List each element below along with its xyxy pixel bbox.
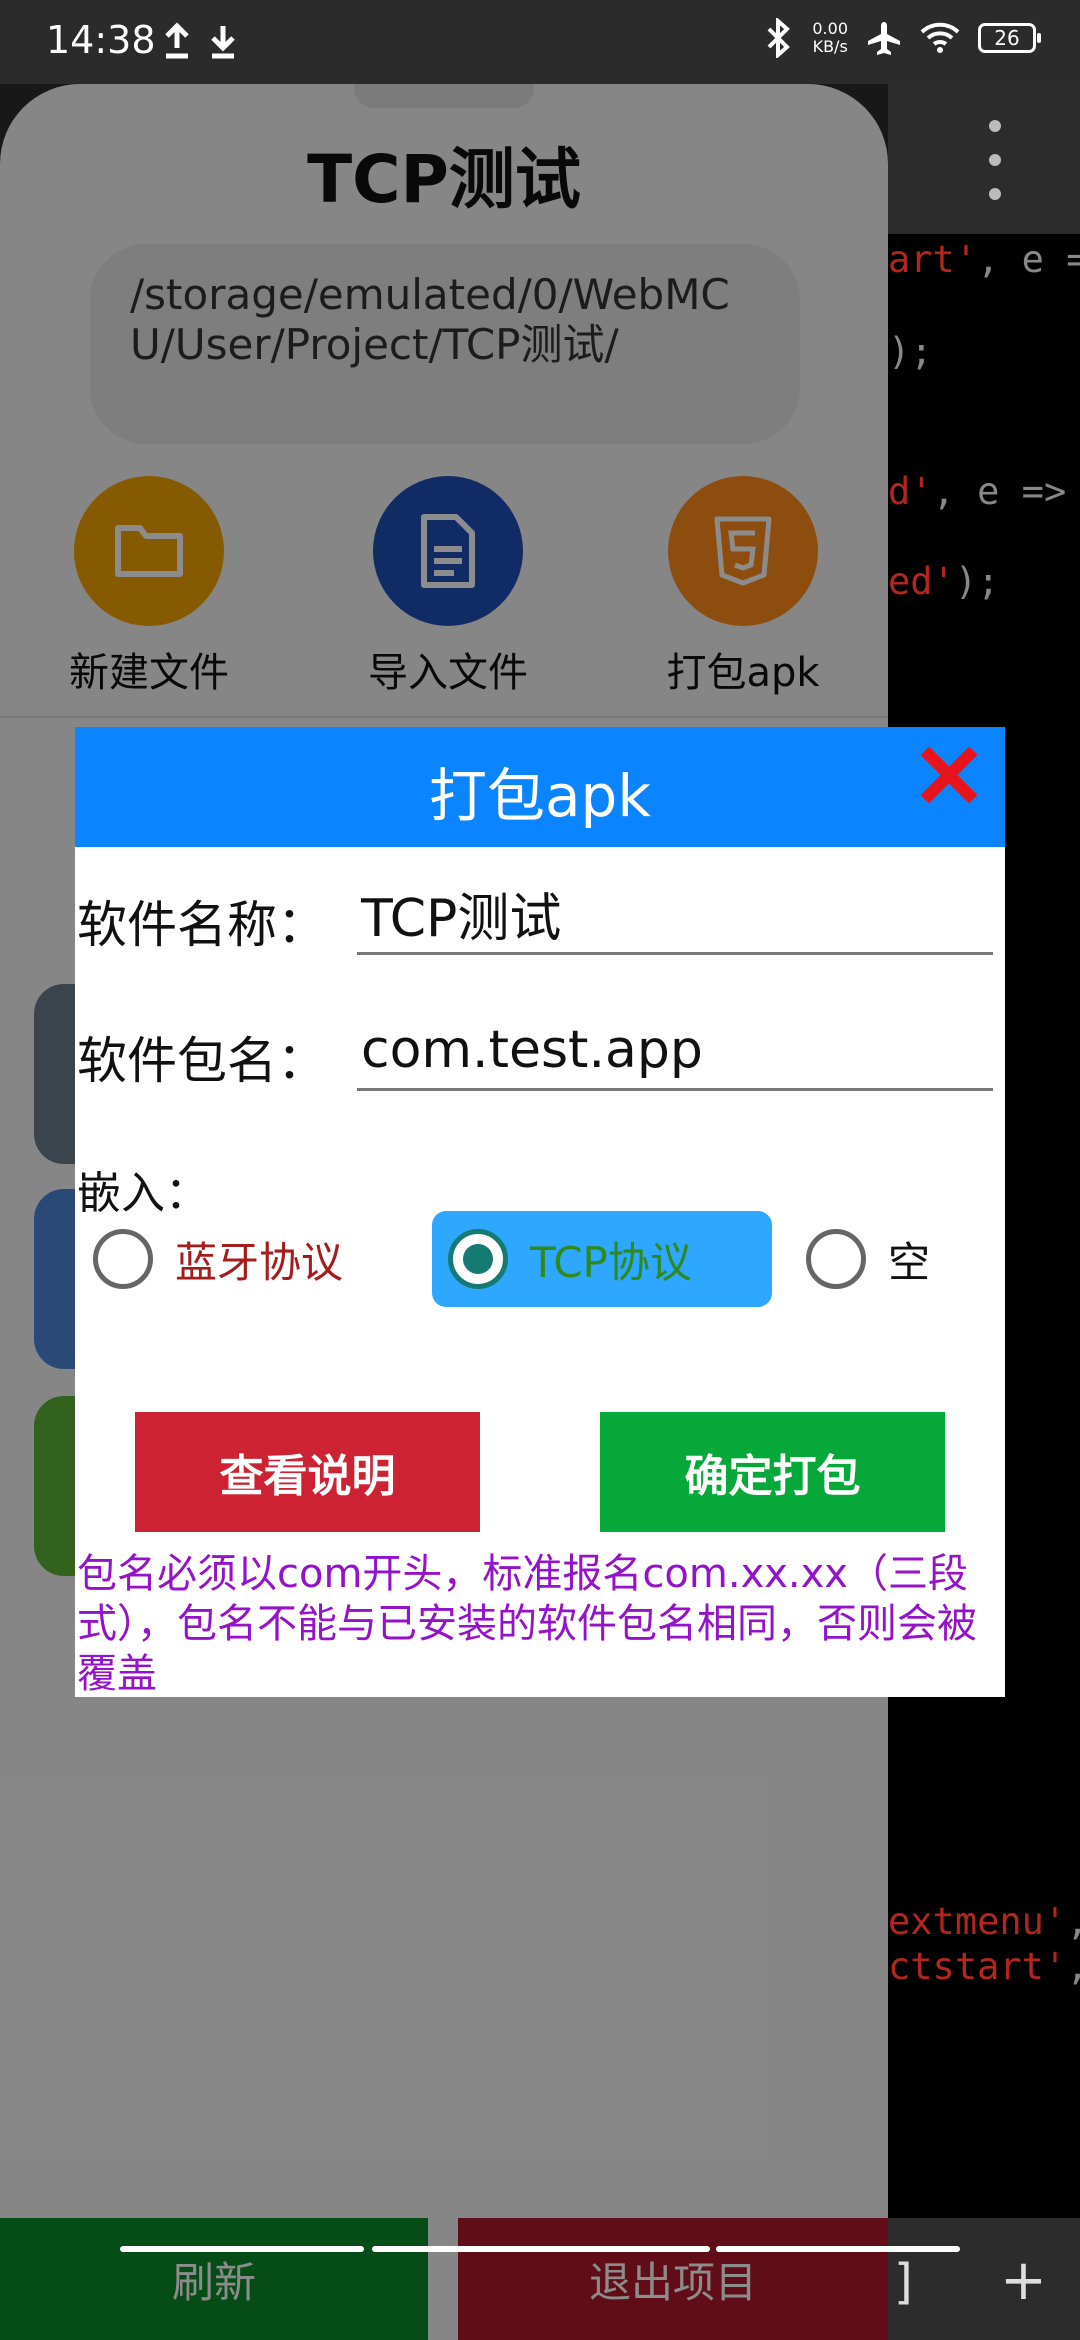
more-menu-icon[interactable]	[980, 120, 1010, 200]
radio-bluetooth-protocol[interactable]: 蓝牙协议	[93, 1211, 393, 1307]
code-line: art', e =	[888, 238, 1080, 281]
status-bar: 14:38 0.00 KB/s 26	[0, 0, 1080, 84]
airplane-mode-icon	[868, 22, 900, 55]
nav-gesture-bar	[120, 2246, 364, 2252]
dialog-title: 打包apk	[429, 762, 651, 830]
bracket-key[interactable]: ]	[894, 2254, 913, 2310]
package-name-input[interactable]	[357, 1011, 993, 1091]
radio-label-bluetooth: 蓝牙协议	[175, 1237, 344, 1287]
bluetooth-icon	[767, 18, 791, 58]
radio-none[interactable]: 空	[806, 1211, 986, 1307]
battery-icon: 26	[978, 23, 1041, 53]
package-name-label: 软件包名：	[77, 1032, 327, 1090]
confirm-package-button[interactable]: 确定打包	[600, 1412, 945, 1532]
package-apk-dialog: 打包apk 软件名称： 软件包名： 嵌入： 蓝牙协议 TCP协议 空 查看说明 …	[75, 727, 1005, 1697]
radio-circle-checked	[448, 1229, 508, 1289]
network-speed-value: 0.00	[812, 19, 848, 38]
view-instructions-button[interactable]: 查看说明	[135, 1412, 480, 1532]
battery-level: 26	[994, 26, 1020, 50]
editor-bottom-bar: ] +	[880, 2218, 1080, 2340]
add-icon[interactable]: +	[1000, 2248, 1047, 2313]
dialog-header: 打包apk	[75, 727, 1005, 847]
radio-circle	[93, 1229, 153, 1289]
code-line: ctstart',	[888, 1945, 1080, 1988]
radio-circle	[806, 1229, 866, 1289]
app-name-label: 软件名称：	[77, 896, 327, 954]
radio-label-none: 空	[888, 1237, 931, 1287]
radio-label-tcp: TCP协议	[530, 1237, 692, 1287]
nav-gesture-bar	[716, 2246, 960, 2252]
upload-icon	[165, 22, 189, 59]
screen: › art', e =);d', e =>ed');()ntLientL.add…	[0, 0, 1080, 2340]
network-speed: 0.00 KB/s	[812, 20, 848, 56]
nav-gesture-bar	[372, 2246, 710, 2252]
close-icon[interactable]	[921, 747, 977, 803]
code-line: ed');	[888, 560, 1000, 603]
download-icon	[211, 26, 235, 59]
radio-tcp-protocol[interactable]: TCP协议	[432, 1211, 772, 1307]
network-speed-unit: KB/s	[812, 37, 848, 56]
package-name-note: 包名必须以com开头，标准报名com.xx.xx（三段式），包名不能与已安装的软…	[77, 1551, 977, 1697]
code-line: );	[888, 330, 933, 373]
status-time: 14:38	[46, 18, 156, 62]
code-line: extmenu',	[888, 1900, 1080, 1943]
app-name-input[interactable]	[357, 875, 993, 955]
code-line: d', e =>	[888, 470, 1067, 513]
wifi-icon	[920, 22, 960, 53]
